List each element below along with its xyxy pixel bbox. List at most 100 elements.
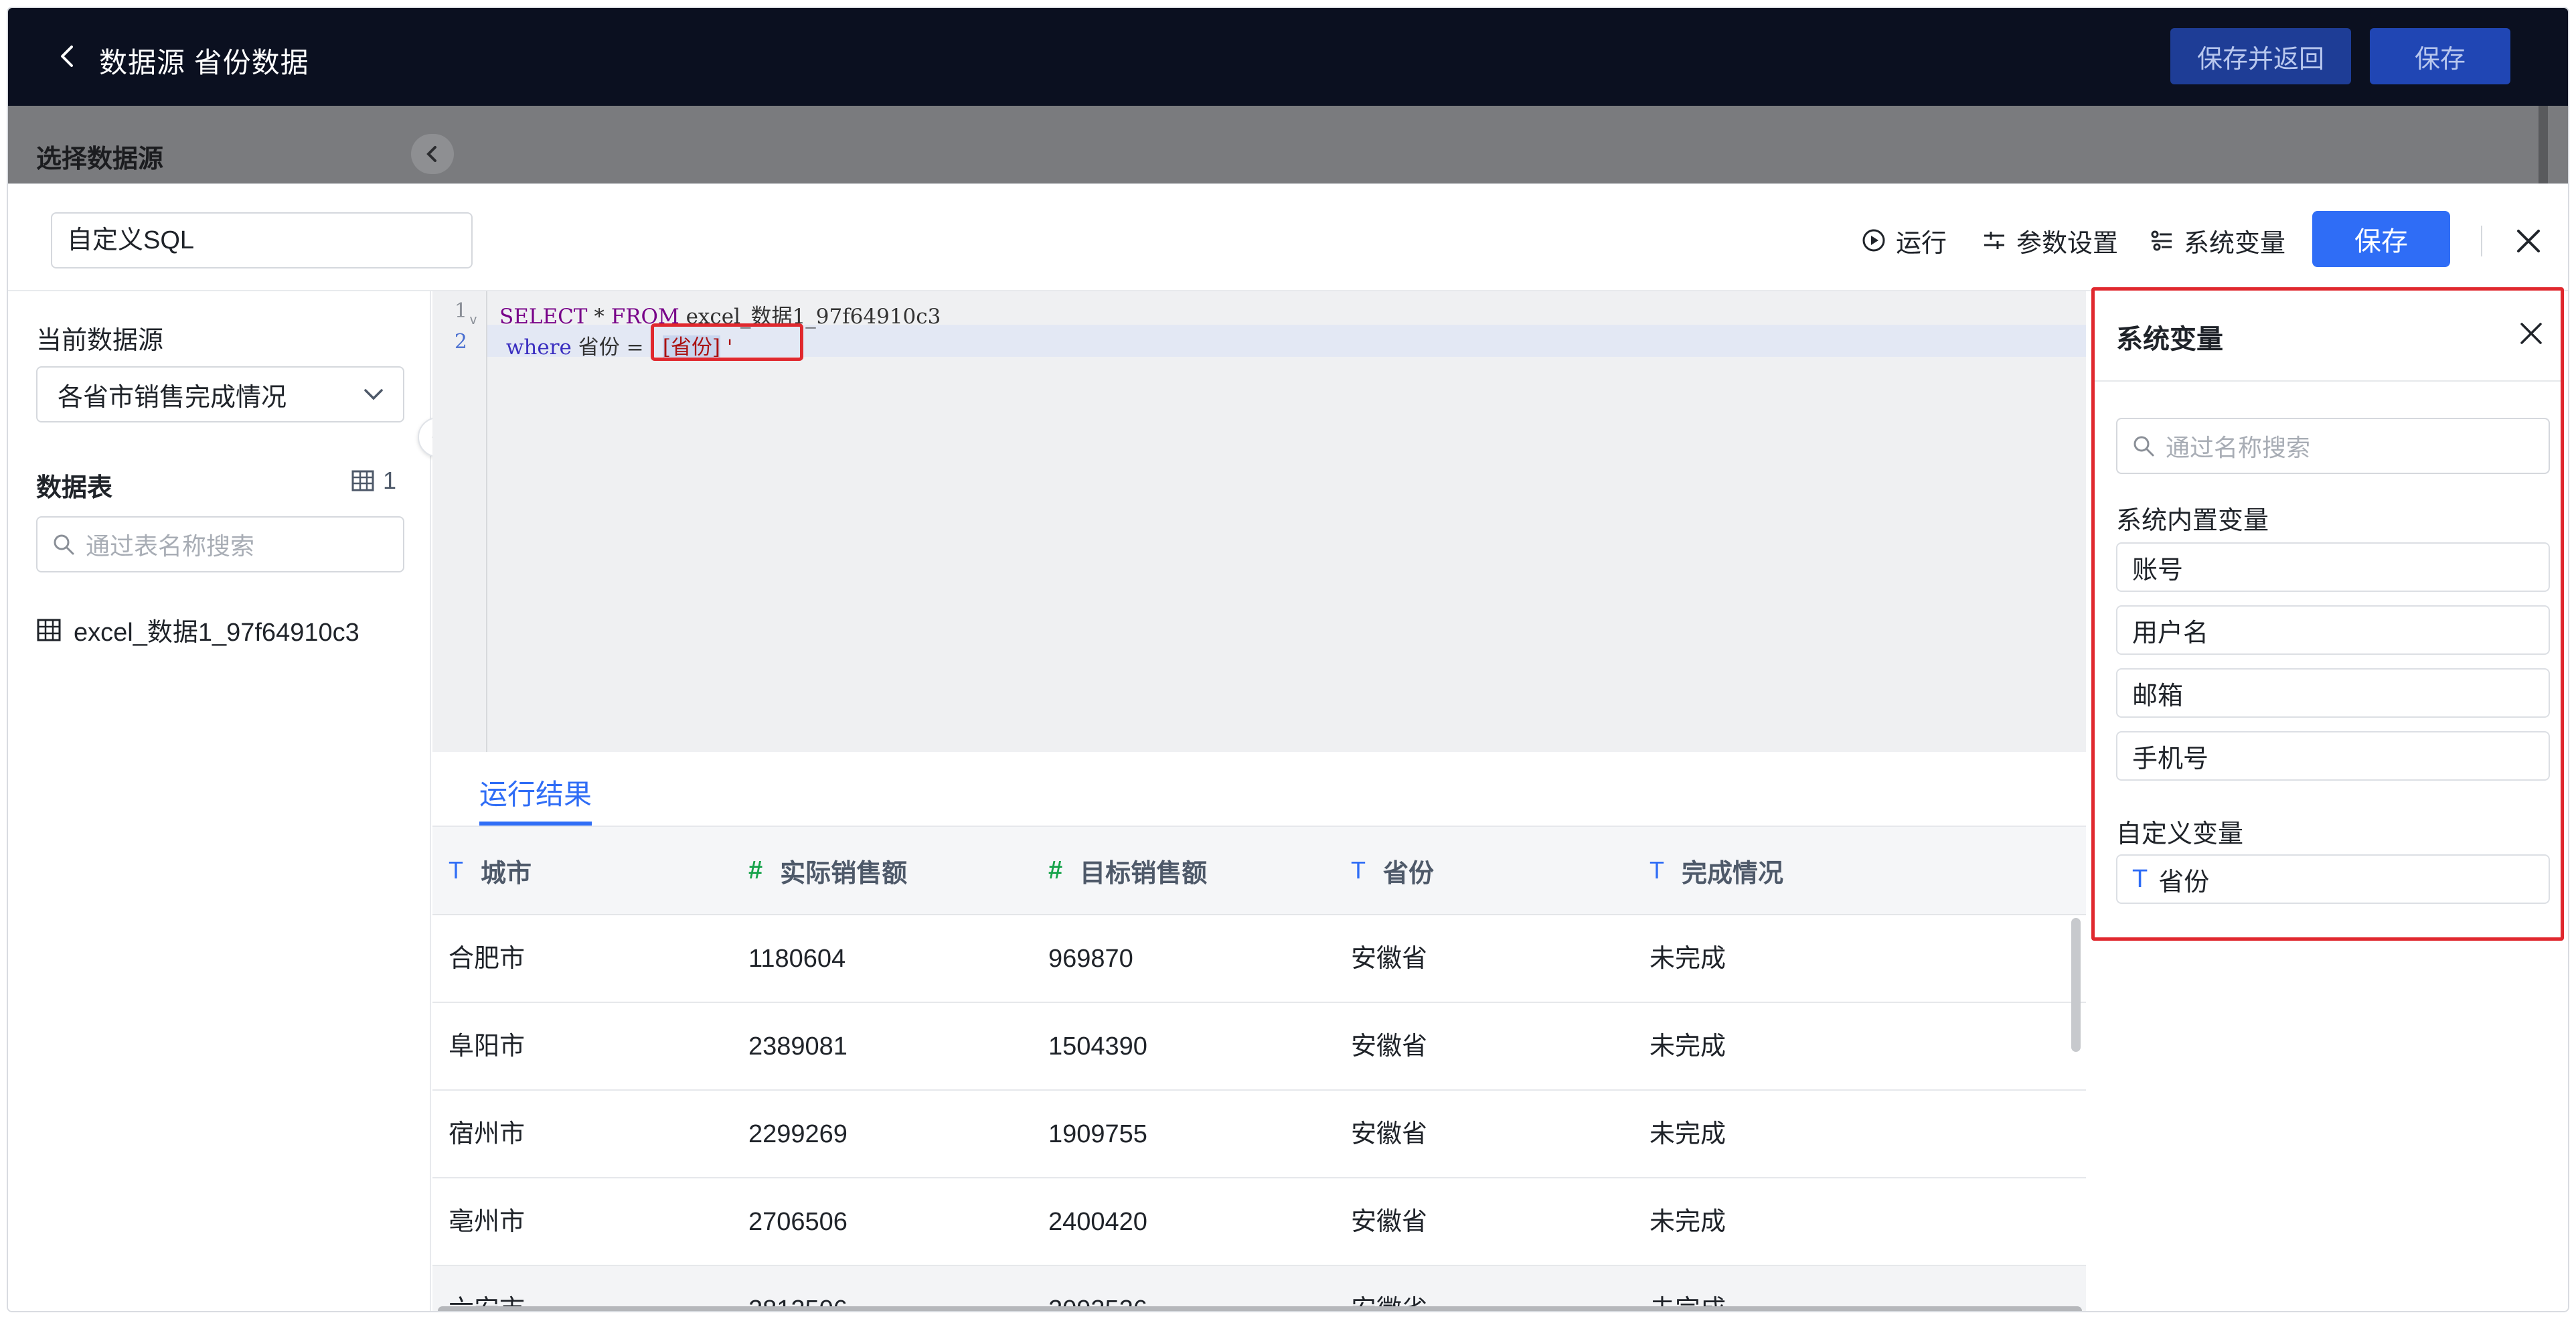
- panel-header-divider: [2095, 380, 2561, 382]
- results-table-header: T 城市 # 实际销售额 # 目标销售额 T 省份 T 完成情况: [432, 827, 2086, 915]
- modal-save-button[interactable]: 保存: [2312, 211, 2450, 267]
- table-cell: 2812506: [748, 1296, 848, 1312]
- table-cell: 亳州市: [449, 1208, 526, 1236]
- param-highlight-box: [651, 323, 803, 361]
- number-type-icon: #: [1048, 856, 1063, 884]
- top-header: 数据源 省份数据 保存并返回 保存: [8, 8, 2568, 106]
- system-variables-panel: 系统变量 通过名称搜索 系统内置变量 账号 用户名 邮箱 手机号 自定义变量 T…: [2091, 287, 2564, 941]
- variable-search-input[interactable]: 通过名称搜索: [2116, 418, 2550, 474]
- close-icon[interactable]: [2516, 319, 2546, 348]
- sql-keyword: where: [499, 335, 572, 360]
- table-cell: 六安市: [449, 1296, 526, 1312]
- builtin-variable-item[interactable]: 手机号: [2116, 731, 2550, 781]
- table-cell: 安徽省: [1351, 1032, 1428, 1061]
- select-source-heading: 选择数据源: [36, 145, 164, 173]
- background-scrollbar: [2539, 106, 2548, 183]
- table-row[interactable]: 亳州市 2706506 2400420 安徽省 未完成: [432, 1178, 2086, 1266]
- table-cell: 2093526: [1048, 1296, 1147, 1312]
- table-cell: 合肥市: [449, 945, 526, 973]
- fold-chevron-icon[interactable]: v: [470, 313, 477, 328]
- run-label: 运行: [1896, 229, 1947, 258]
- custom-variables-label: 自定义变量: [2116, 820, 2244, 848]
- play-circle-icon: [1862, 229, 1885, 252]
- table-cell: 未完成: [1649, 1208, 1726, 1236]
- results-vertical-scrollbar[interactable]: [2071, 918, 2081, 1052]
- text-type-icon: T: [1649, 856, 1664, 884]
- table-list-item[interactable]: excel_数据1_97f64910c3: [36, 611, 359, 648]
- sql-keyword: SELECT: [499, 305, 588, 329]
- table-row[interactable]: 六安市 2812506 2093526 安徽省 未完成: [432, 1266, 2086, 1312]
- table-cell: 969870: [1048, 945, 1133, 973]
- sliders-icon: [1984, 232, 2004, 249]
- table-cell: 安徽省: [1351, 1296, 1428, 1312]
- table-row[interactable]: 合肥市 1180604 969870 安徽省 未完成: [432, 915, 2086, 1003]
- line-number-gutter: 1 2 v: [432, 291, 487, 752]
- number-type-icon: #: [748, 856, 763, 884]
- table-grid-icon: [37, 619, 61, 641]
- column-header-label: 城市: [481, 859, 532, 888]
- builtin-variable-item[interactable]: 账号: [2116, 542, 2550, 592]
- data-source-select[interactable]: 各省市销售完成情况: [36, 366, 404, 422]
- column-header[interactable]: # 实际销售额: [748, 827, 907, 914]
- table-row[interactable]: 阜阳市 2389081 1504390 安徽省 未完成: [432, 1003, 2086, 1091]
- sql-editor[interactable]: 1 2 v SELECT * FROM excel_数据1_97f64910c3…: [432, 291, 2086, 868]
- toolbar-divider: [2481, 226, 2482, 256]
- table-cell: 安徽省: [1351, 945, 1428, 973]
- table-search-input[interactable]: 通过表名称搜索: [36, 516, 404, 572]
- data-source-value: 各省市销售完成情况: [58, 383, 287, 412]
- builtin-variables-label: 系统内置变量: [2116, 507, 2269, 535]
- tables-count-value: 1: [383, 467, 397, 494]
- app-window: 数据源 省份数据 保存并返回 保存 选择数据源 自定义SQL 运行 参数设置 系…: [7, 7, 2569, 1312]
- column-header[interactable]: T 省份: [1351, 827, 1434, 914]
- variable-search-placeholder: 通过名称搜索: [2166, 434, 2311, 461]
- column-header[interactable]: T 城市: [449, 827, 532, 914]
- param-settings-button[interactable]: 参数设置: [1982, 214, 2118, 267]
- builtin-variable-item[interactable]: 用户名: [2116, 605, 2550, 655]
- search-icon: [54, 534, 74, 555]
- sql-token: *: [587, 305, 611, 329]
- table-name: excel_数据1_97f64910c3: [74, 619, 359, 647]
- tab-run-results[interactable]: 运行结果: [479, 772, 592, 813]
- current-source-label: 当前数据源: [36, 327, 164, 355]
- table-row[interactable]: 宿州市 2299269 1909755 安徽省 未完成: [432, 1091, 2086, 1178]
- table-cell: 未完成: [1649, 1296, 1726, 1312]
- table-cell: 安徽省: [1351, 1208, 1428, 1236]
- table-cell: 1180604: [748, 945, 846, 973]
- chevron-down-icon: [364, 389, 383, 400]
- sql-column-token: 省份 =: [571, 335, 644, 360]
- custom-sql-modal: 自定义SQL 运行 参数设置 系统变量 保存 当前数据源 各省市销售完成情况 数…: [8, 183, 2568, 1312]
- search-icon: [2134, 436, 2154, 457]
- modal-close-icon[interactable]: [2512, 224, 2545, 258]
- table-cell: 宿州市: [449, 1120, 526, 1148]
- header-save-button[interactable]: 保存: [2370, 28, 2510, 84]
- dimmed-background: [8, 106, 2568, 183]
- system-variables-label: 系统变量: [2184, 229, 2286, 258]
- table-grid-icon: [351, 470, 374, 491]
- table-cell: 未完成: [1649, 1120, 1726, 1148]
- table-cell: 2389081: [748, 1032, 848, 1061]
- save-and-return-button[interactable]: 保存并返回: [2170, 28, 2351, 84]
- table-cell: 未完成: [1649, 945, 1726, 973]
- table-cell: 2400420: [1048, 1208, 1147, 1236]
- system-variables-button[interactable]: 系统变量: [2149, 214, 2285, 267]
- table-cell: 1909755: [1048, 1120, 1147, 1148]
- run-button[interactable]: 运行: [1861, 214, 1947, 267]
- text-type-icon: T: [1351, 856, 1366, 884]
- text-type-icon: T: [449, 856, 463, 884]
- back-arrow-icon[interactable]: [55, 43, 82, 70]
- results-horizontal-scrollbar[interactable]: [438, 1306, 2082, 1311]
- system-variables-title: 系统变量: [2116, 325, 2223, 354]
- builtin-variable-item[interactable]: 邮箱: [2116, 668, 2550, 718]
- variable-name: 邮箱: [2132, 682, 2184, 710]
- column-header-label: 完成情况: [1682, 859, 1784, 888]
- column-header[interactable]: T 完成情况: [1649, 827, 1783, 914]
- column-header-label: 省份: [1383, 859, 1435, 888]
- table-cell: 安徽省: [1351, 1120, 1428, 1148]
- sql-name-input[interactable]: 自定义SQL: [51, 212, 473, 268]
- table-search-placeholder: 通过表名称搜索: [86, 532, 255, 560]
- column-header[interactable]: # 目标销售额: [1048, 827, 1207, 914]
- table-cell: 阜阳市: [449, 1032, 526, 1061]
- variable-name: 账号: [2132, 556, 2184, 585]
- custom-variable-item[interactable]: T 省份: [2116, 854, 2550, 904]
- tables-count: 1: [351, 467, 396, 495]
